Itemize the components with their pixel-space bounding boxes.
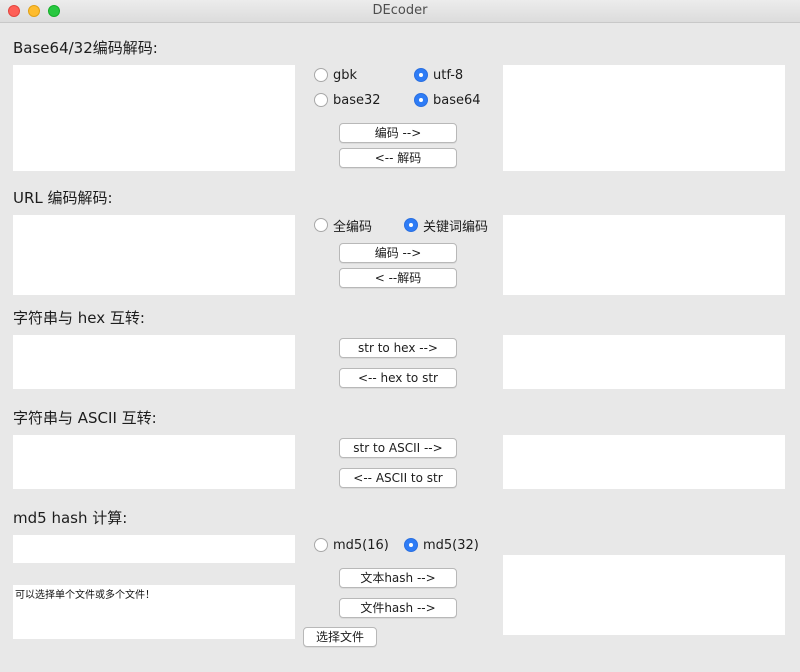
- radio-full-encode-label: 全编码: [333, 219, 373, 235]
- hex-to-str-button[interactable]: <-- hex to str: [339, 368, 457, 388]
- radio-base32[interactable]: base32: [314, 91, 381, 109]
- radio-base32-label: base32: [333, 92, 381, 108]
- text-hash-button[interactable]: 文本hash -->: [339, 568, 457, 588]
- ascii-input-textarea[interactable]: [13, 435, 295, 489]
- file-hash-button[interactable]: 文件hash -->: [339, 598, 457, 618]
- radio-base64-label: base64: [433, 92, 481, 108]
- ascii-output-textarea[interactable]: [503, 435, 785, 489]
- hex-output-textarea[interactable]: [503, 335, 785, 389]
- radio-utf8-circle: [414, 68, 428, 82]
- radio-utf8[interactable]: utf-8: [414, 66, 463, 84]
- radio-gbk-label: gbk: [333, 67, 358, 83]
- ascii-section-title: 字符串与 ASCII 互转:: [13, 409, 157, 427]
- hex-input-textarea[interactable]: [13, 335, 295, 389]
- url-output-textarea[interactable]: [503, 215, 785, 295]
- url-encode-button[interactable]: 编码 -->: [339, 243, 457, 263]
- base64-encode-button[interactable]: 编码 -->: [339, 123, 457, 143]
- md5-text-input[interactable]: [13, 535, 295, 563]
- radio-full-encode-circle: [314, 218, 328, 232]
- radio-md5-16[interactable]: md5(16): [314, 536, 389, 554]
- base64-input-textarea[interactable]: [13, 65, 295, 171]
- radio-keyword-encode-circle: [404, 218, 418, 232]
- radio-base64[interactable]: base64: [414, 91, 481, 109]
- url-input-textarea[interactable]: [13, 215, 295, 295]
- ascii-to-str-button[interactable]: <-- ASCII to str: [339, 468, 457, 488]
- radio-base64-circle: [414, 93, 428, 107]
- radio-md5-16-label: md5(16): [333, 537, 389, 553]
- str-to-hex-button[interactable]: str to hex -->: [339, 338, 457, 358]
- str-to-ascii-button[interactable]: str to ASCII -->: [339, 438, 457, 458]
- radio-md5-32-circle: [404, 538, 418, 552]
- radio-utf8-label: utf-8: [433, 67, 464, 83]
- title-bar: DEcoder: [0, 0, 800, 23]
- url-decode-button[interactable]: < --解码: [339, 268, 457, 288]
- base64-output-textarea[interactable]: [503, 65, 785, 171]
- radio-gbk-circle: [314, 68, 328, 82]
- radio-md5-32[interactable]: md5(32): [404, 536, 479, 554]
- base64-section-title: Base64/32编码解码:: [13, 39, 158, 57]
- radio-full-encode[interactable]: 全编码: [314, 216, 373, 235]
- hex-section-title: 字符串与 hex 互转:: [13, 309, 145, 327]
- url-section-title: URL 编码解码:: [13, 189, 113, 207]
- radio-md5-32-label: md5(32): [423, 537, 479, 553]
- radio-keyword-encode[interactable]: 关键词编码: [404, 216, 489, 235]
- radio-gbk[interactable]: gbk: [314, 66, 357, 84]
- window-title: DEcoder: [372, 3, 428, 18]
- radio-base32-circle: [314, 93, 328, 107]
- radio-md5-16-circle: [314, 538, 328, 552]
- base64-decode-button[interactable]: <-- 解码: [339, 148, 457, 168]
- radio-keyword-encode-label: 关键词编码: [423, 219, 489, 235]
- select-file-button[interactable]: 选择文件: [303, 627, 377, 647]
- md5-section-title: md5 hash 计算:: [13, 509, 128, 527]
- md5-output-textarea[interactable]: [503, 555, 785, 635]
- md5-file-list[interactable]: 可以选择单个文件或多个文件！: [13, 585, 295, 639]
